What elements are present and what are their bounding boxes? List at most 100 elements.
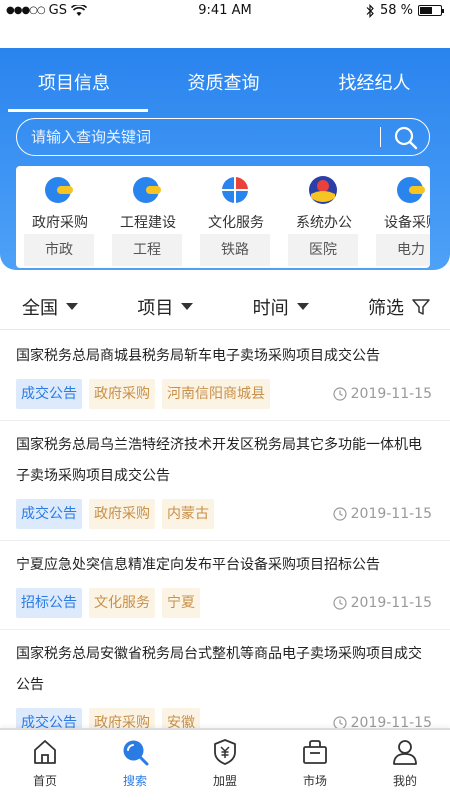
nav-label: 市场 — [302, 774, 327, 788]
search-box — [16, 118, 430, 156]
filter-bar: 全国 项目 时间 筛选 — [0, 284, 450, 330]
tab-find-agent[interactable]: 找经纪人 — [299, 68, 450, 108]
nav-search[interactable]: 搜索 — [90, 730, 180, 800]
clock-icon — [333, 596, 347, 610]
subcategory-button[interactable]: 市政 — [24, 234, 94, 266]
tab-project-info[interactable]: 项目信息 — [0, 68, 148, 112]
subcategory-button[interactable]: 电力 — [376, 234, 430, 266]
profile-icon — [393, 740, 417, 765]
top-tabs: 项目信息 资质查询 找经纪人 — [0, 68, 450, 112]
filter-label: 筛选 — [367, 297, 404, 319]
category-label: 工程建设 — [120, 215, 176, 231]
nav-label: 搜索 — [122, 774, 147, 788]
category-row: 政府采购 市政 工程建设 工程 文化服务 铁路 系统办公 医院 设备采购 电力 — [16, 166, 430, 268]
tag-category: 政府采购 — [89, 499, 155, 529]
filter-region[interactable]: 全国 — [22, 294, 78, 320]
culture-service-icon — [222, 177, 248, 203]
tag-category: 政府采购 — [89, 708, 155, 728]
battery-fill — [420, 7, 432, 14]
bottom-nav: 首页 搜索 加盟 市场 我的 — [0, 728, 450, 800]
tag-type: 成交公告 — [16, 379, 82, 409]
search-icon[interactable] — [393, 125, 419, 151]
category-equipment-procurement[interactable]: 设备采购 电力 — [368, 166, 430, 268]
nav-label: 加盟 — [212, 774, 237, 788]
funnel-icon — [412, 298, 430, 315]
tag-type: 招标公告 — [16, 588, 82, 618]
list-item[interactable]: 国家税务总局乌兰浩特经济技术开发区税务局其它多功能一体机电子卖场采购项目成交公告… — [0, 421, 450, 541]
clock-icon — [333, 716, 347, 728]
list-item[interactable]: 国家税务总局商城县税务局斩车电子卖场采购项目成交公告 成交公告 政府采购 河南信… — [0, 332, 450, 421]
category-system-office[interactable]: 系统办公 医院 — [280, 166, 368, 268]
category-card: 政府采购 市政 工程建设 工程 文化服务 铁路 系统办公 医院 设备采购 电力 — [16, 166, 430, 268]
category-engineering-construction[interactable]: 工程建设 工程 — [104, 166, 192, 268]
battery-percent: 58 % — [379, 3, 413, 18]
item-title[interactable]: 国家税务总局安徽省税务局台式整机等商品电子卖场采购项目成交公告 — [16, 630, 432, 701]
item-meta: 成交公告 政府采购 内蒙古 2019-11-15 — [16, 496, 432, 532]
filter-label: 时间 — [252, 297, 289, 319]
subcategory-button[interactable]: 铁路 — [200, 234, 270, 266]
clock-icon — [333, 507, 347, 521]
nav-join[interactable]: 加盟 — [180, 730, 270, 800]
filter-project[interactable]: 项目 — [137, 294, 194, 320]
category-culture-service[interactable]: 文化服务 铁路 — [192, 166, 280, 268]
category-label: 系统办公 — [296, 215, 352, 231]
announcement-list: 国家税务总局商城县税务局斩车电子卖场采购项目成交公告 成交公告 政府采购 河南信… — [0, 332, 450, 728]
tag-category: 政府采购 — [89, 379, 155, 409]
subcategory-button[interactable]: 工程 — [112, 234, 182, 266]
search-input[interactable] — [31, 126, 371, 148]
tag-category: 文化服务 — [89, 588, 155, 618]
filter-screen[interactable]: 筛选 — [368, 294, 430, 320]
search-separator — [379, 127, 381, 147]
clock-icon — [333, 387, 347, 401]
list-item[interactable]: 宁夏应急处突信息精准定向发布平台设备采购项目招标公告 招标公告 文化服务 宁夏 … — [0, 541, 450, 630]
status-bar: ●●●○○ GS 9:41 AM 58 % — [0, 0, 450, 22]
battery-icon — [418, 5, 444, 16]
date-text: 2019-11-15 — [350, 506, 432, 522]
status-right: 58 % — [365, 3, 444, 18]
nav-label: 我的 — [392, 774, 417, 788]
nav-profile[interactable]: 我的 — [360, 730, 450, 800]
category-label: 政府采购 — [32, 215, 88, 231]
item-date: 2019-11-15 — [333, 506, 432, 522]
tag-region: 内蒙古 — [162, 499, 214, 529]
item-meta: 成交公告 政府采购 安徽 2019-11-15 — [16, 705, 432, 728]
list-item[interactable]: 国家税务总局安徽省税务局台式整机等商品电子卖场采购项目成交公告 成交公告 政府采… — [0, 630, 450, 728]
bluetooth-icon — [366, 3, 374, 18]
filter-time[interactable]: 时间 — [253, 294, 309, 320]
caret-down-icon — [181, 303, 194, 310]
subcategory-button[interactable]: 医院 — [288, 234, 358, 266]
filter-label: 项目 — [137, 297, 174, 319]
system-office-icon — [309, 176, 337, 204]
tag-type: 成交公告 — [16, 708, 82, 728]
tab-qualification-query[interactable]: 资质查询 — [148, 68, 299, 108]
tag-region: 宁夏 — [162, 588, 200, 618]
item-date: 2019-11-15 — [333, 715, 432, 728]
nav-home[interactable]: 首页 — [0, 730, 90, 800]
nav-label: 首页 — [32, 774, 57, 788]
tag-type: 成交公告 — [16, 499, 82, 529]
caret-down-icon — [66, 303, 78, 310]
item-title[interactable]: 国家税务总局乌兰浩特经济技术开发区税务局其它多功能一体机电子卖场采购项目成交公告 — [16, 421, 432, 492]
government-procurement-icon — [45, 177, 73, 203]
home-icon — [34, 740, 56, 764]
nav-market[interactable]: 市场 — [270, 730, 360, 800]
category-government-procurement[interactable]: 政府采购 市政 — [16, 166, 104, 268]
item-meta: 招标公告 文化服务 宁夏 2019-11-15 — [16, 585, 432, 621]
filter-label: 全国 — [22, 297, 58, 319]
category-label: 文化服务 — [208, 215, 264, 231]
category-label: 设备采购 — [384, 215, 430, 231]
date-text: 2019-11-15 — [350, 595, 432, 611]
caret-down-icon — [296, 303, 309, 310]
tag-region: 安徽 — [162, 708, 200, 728]
item-date: 2019-11-15 — [333, 595, 432, 611]
date-text: 2019-11-15 — [350, 386, 432, 402]
search-icon — [123, 740, 149, 766]
item-date: 2019-11-15 — [333, 386, 432, 402]
item-title[interactable]: 国家税务总局商城县税务局斩车电子卖场采购项目成交公告 — [16, 332, 432, 372]
market-bag-icon — [303, 740, 327, 764]
date-text: 2019-11-15 — [350, 715, 432, 728]
item-meta: 成交公告 政府采购 河南信阳商城县 2019-11-15 — [16, 376, 432, 412]
engineering-construction-icon — [133, 177, 161, 203]
item-title[interactable]: 宁夏应急处突信息精准定向发布平台设备采购项目招标公告 — [16, 541, 432, 581]
tag-region: 河南信阳商城县 — [162, 379, 270, 409]
